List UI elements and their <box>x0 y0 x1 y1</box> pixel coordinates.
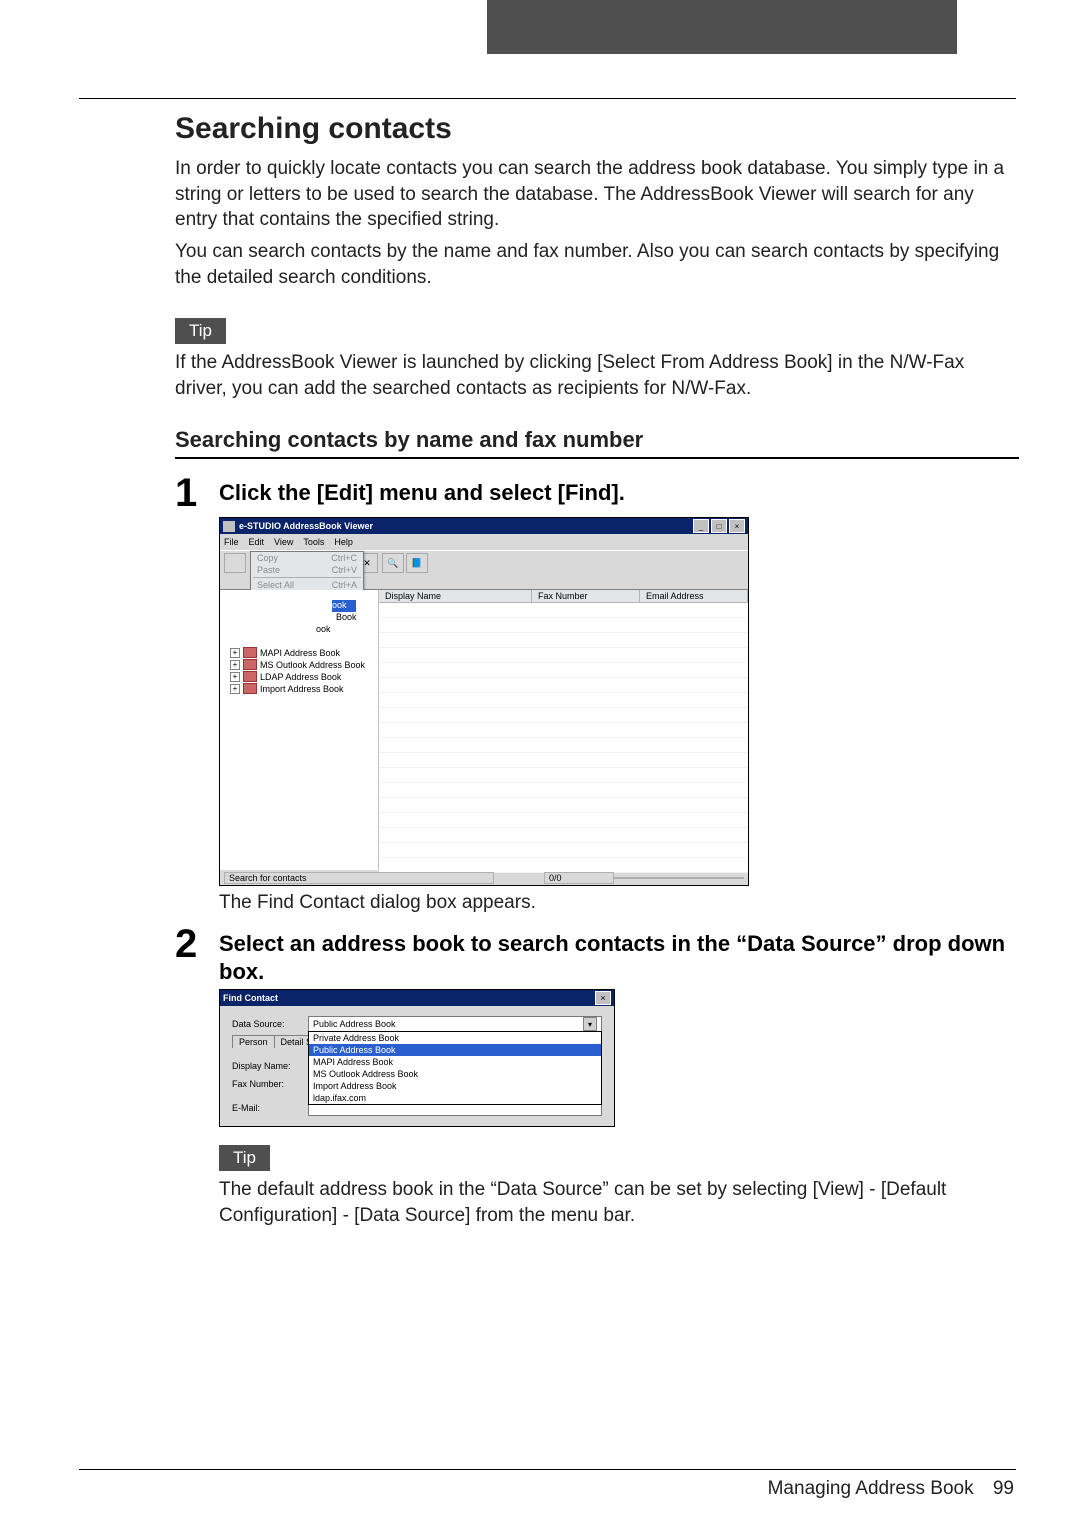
step-2-content: Find Contact × Data Source: Public Addre… <box>219 989 1019 1127</box>
edit-copy-item: Copy Ctrl+C <box>251 552 363 564</box>
email-label: E-Mail: <box>232 1103 308 1113</box>
status-empty <box>614 877 744 879</box>
step-1-title: Click the [Edit] menu and select [Find]. <box>219 473 625 507</box>
option-mapi[interactable]: MAPI Address Book <box>309 1056 601 1068</box>
close-button[interactable]: × <box>729 519 745 533</box>
tip-text-1: If the AddressBook Viewer is launched by… <box>175 350 1019 401</box>
book-icon <box>243 659 257 670</box>
app-icon <box>223 521 235 532</box>
toolbar-book-icon[interactable]: 📘 <box>406 553 428 573</box>
list-pane: Display Name Fax Number Email Address <box>379 590 748 870</box>
dialog-body: Data Source: Public Address Book ▾ Priva… <box>220 1006 614 1126</box>
expand-icon[interactable]: + <box>230 648 240 658</box>
menu-bar: File Edit View Tools Help <box>220 534 748 550</box>
data-source-combo[interactable]: Public Address Book ▾ Private Address Bo… <box>308 1016 602 1032</box>
maximize-button[interactable]: □ <box>711 519 727 533</box>
tree-node-ldap[interactable]: + LDAP Address Book <box>230 671 374 682</box>
content-area: Searching contacts In order to quickly l… <box>175 112 1019 1235</box>
step-2-row: 2 Select an address book to search conta… <box>175 924 1019 985</box>
chevron-down-icon[interactable]: ▾ <box>583 1017 597 1031</box>
status-left: Search for contacts <box>224 872 494 884</box>
intro-paragraph-1: In order to quickly locate contacts you … <box>175 156 1019 233</box>
data-source-dropdown-list: Private Address Book Public Address Book… <box>308 1031 602 1105</box>
menu-tools[interactable]: Tools <box>303 537 324 547</box>
tip-text-2: The default address book in the “Data So… <box>219 1177 1019 1228</box>
dialog-close-button[interactable]: × <box>595 991 611 1005</box>
window-titlebar: e-STUDIO AddressBook Viewer _ □ × <box>220 518 748 534</box>
toolbar-button-1[interactable] <box>224 553 246 573</box>
menu-separator-1 <box>253 577 361 578</box>
top-horizontal-rule <box>79 98 1016 99</box>
fax-number-label: Fax Number: <box>232 1079 308 1089</box>
screenshot-addressbook-viewer: e-STUDIO AddressBook Viewer _ □ × File E… <box>219 517 749 886</box>
option-import[interactable]: Import Address Book <box>309 1080 601 1092</box>
tip-block-2: Tip The default address book in the “Dat… <box>219 1127 1019 1228</box>
data-source-label: Data Source: <box>232 1019 308 1029</box>
bottom-horizontal-rule <box>79 1469 1016 1470</box>
edit-paste-item: Paste Ctrl+V <box>251 564 363 576</box>
window-title: e-STUDIO AddressBook Viewer <box>239 521 691 531</box>
data-source-row: Data Source: Public Address Book ▾ Priva… <box>232 1016 602 1032</box>
expand-icon[interactable]: + <box>230 684 240 694</box>
display-name-label: Display Name: <box>232 1061 308 1071</box>
tree-fragment-ook: ook <box>316 624 331 634</box>
book-icon <box>243 683 257 694</box>
step-1-number: 1 <box>175 473 219 513</box>
tip-label-2: Tip <box>219 1145 270 1171</box>
subsection-rule <box>175 457 1019 459</box>
footer-page-number: 99 <box>993 1478 1014 1499</box>
intro-paragraph-2: You can search contacts by the name and … <box>175 239 1019 290</box>
tree-node-import[interactable]: + Import Address Book <box>230 683 374 694</box>
tree-node-outlook[interactable]: + MS Outlook Address Book <box>230 659 374 670</box>
list-header: Display Name Fax Number Email Address <box>379 590 748 603</box>
minimize-button[interactable]: _ <box>693 519 709 533</box>
page-footer: Managing Address Book 99 <box>768 1478 1014 1500</box>
tab-person[interactable]: Person <box>232 1035 275 1048</box>
step-1-content: e-STUDIO AddressBook Viewer _ □ × File E… <box>219 517 1019 914</box>
tip-label-1: Tip <box>175 318 226 344</box>
book-icon <box>243 647 257 658</box>
dialog-titlebar: Find Contact × <box>220 990 614 1006</box>
menu-view[interactable]: View <box>274 537 293 547</box>
list-rows[interactable] <box>379 603 748 873</box>
tree-root-highlight: ook <box>332 600 356 612</box>
data-source-value: Public Address Book <box>313 1019 396 1029</box>
col-fax-number[interactable]: Fax Number <box>532 590 640 602</box>
col-display-name[interactable]: Display Name <box>379 590 532 602</box>
menu-file[interactable]: File <box>224 537 239 547</box>
step-1-row: 1 Click the [Edit] menu and select [Find… <box>175 473 1019 513</box>
section-heading: Searching contacts <box>175 112 1019 146</box>
menu-edit[interactable]: Edit <box>249 537 265 547</box>
status-right: 0/0 <box>544 872 614 884</box>
dialog-title: Find Contact <box>223 993 595 1003</box>
expand-icon[interactable]: + <box>230 660 240 670</box>
screenshot-find-contact: Find Contact × Data Source: Public Addre… <box>219 989 615 1127</box>
expand-icon[interactable]: + <box>230 672 240 682</box>
menu-help[interactable]: Help <box>334 537 353 547</box>
tree-pane[interactable]: ook Book ook + MAPI Address Book + MS <box>220 590 379 870</box>
step-2-number: 2 <box>175 924 219 964</box>
subsection-heading: Searching contacts by name and fax numbe… <box>175 427 1019 453</box>
step-2-title: Select an address book to search contact… <box>219 924 1019 985</box>
main-panes: ook Book ook + MAPI Address Book + MS <box>220 590 748 870</box>
toolbar: ✕ 🔍 📘 Copy Ctrl+C Paste Ctrl+V <box>220 550 748 590</box>
option-ldap[interactable]: ldap.ifax.com <box>309 1092 601 1104</box>
toolbar-find-icon[interactable]: 🔍 <box>382 553 404 573</box>
tree-fragment-book: Book <box>336 612 357 622</box>
col-email[interactable]: Email Address <box>640 590 748 602</box>
tree-node-mapi[interactable]: + MAPI Address Book <box>230 647 374 658</box>
book-icon <box>243 671 257 682</box>
option-outlook[interactable]: MS Outlook Address Book <box>309 1068 601 1080</box>
header-grey-band <box>487 0 957 54</box>
option-public[interactable]: Public Address Book <box>309 1044 601 1056</box>
option-private[interactable]: Private Address Book <box>309 1032 601 1044</box>
step-1-caption: The Find Contact dialog box appears. <box>219 892 1019 914</box>
footer-section: Managing Address Book <box>768 1478 974 1499</box>
